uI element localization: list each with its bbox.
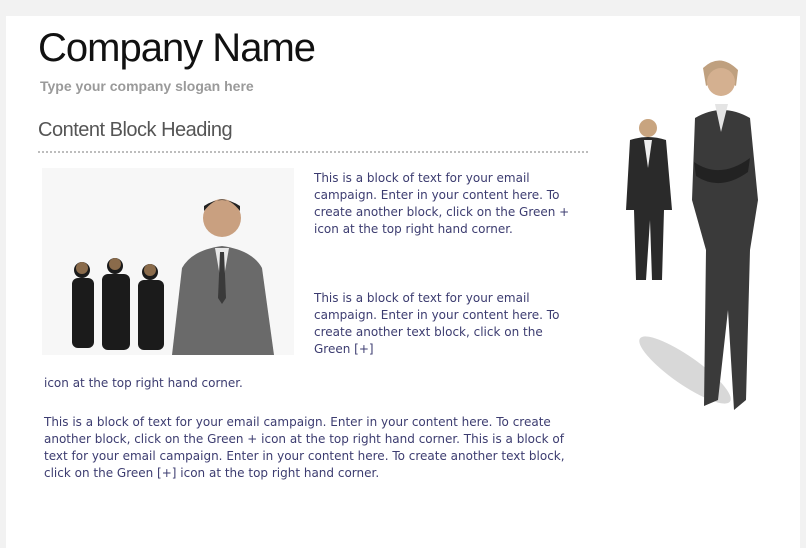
heading-divider [38,151,588,153]
text-block-2: This is a block of text for your email c… [314,291,560,356]
content-block-heading: Content Block Heading [38,119,233,141]
company-name: Company Name [38,26,316,70]
business-people-graphic [626,60,758,410]
team-photo-graphic [42,168,294,355]
text-block-1: This is a block of text for your email c… [314,171,570,236]
business-people-photo [600,40,800,440]
text-block-3: This is a block of text for your email c… [44,415,565,480]
text-block-2-tail: icon at the top right hand corner. [44,376,243,390]
team-photo [42,168,294,355]
company-slogan: Type your company slogan here [40,78,254,94]
